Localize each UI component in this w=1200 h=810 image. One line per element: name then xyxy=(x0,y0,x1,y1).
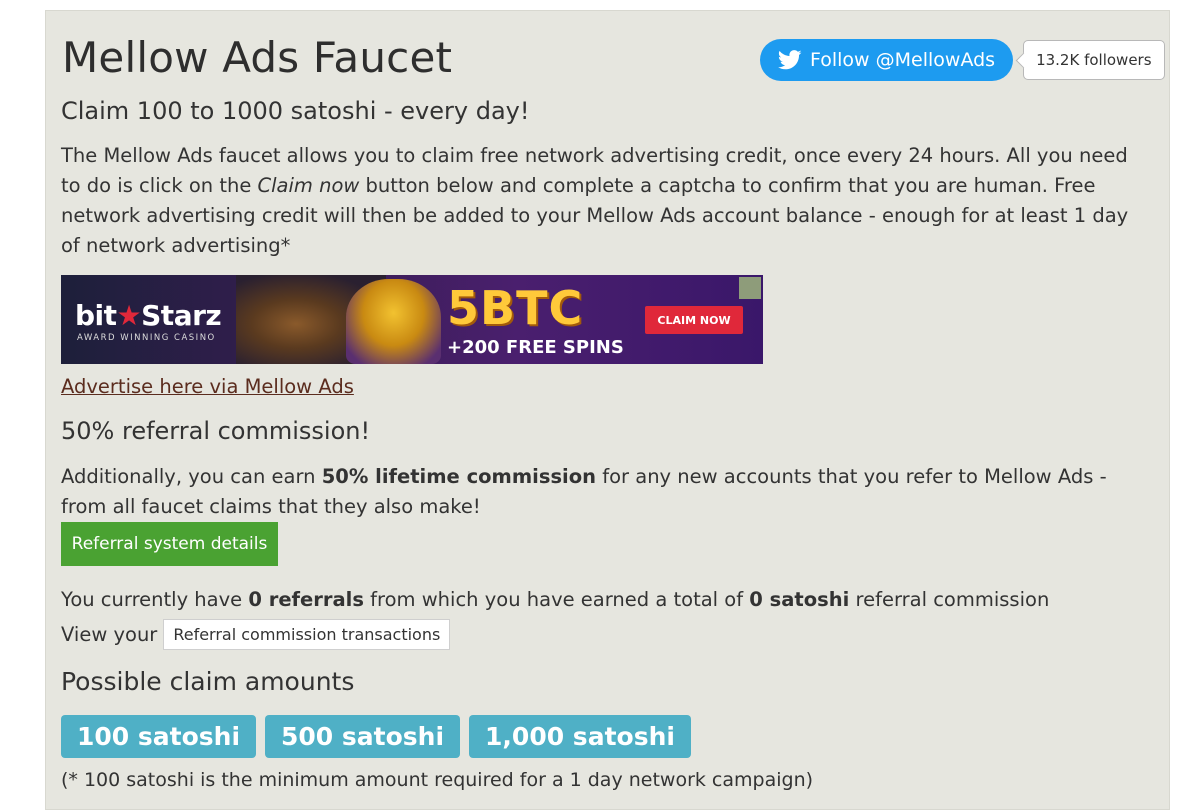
referral-transactions-button[interactable]: Referral commission transactions xyxy=(163,619,451,650)
banner-headline: 5BTC xyxy=(447,281,584,335)
banner-subline: +200 FREE SPINS xyxy=(447,337,624,358)
twitter-follow-widget: Follow @MellowAds 13.2K followers xyxy=(760,39,1165,81)
view-transactions-line: View your Referral commission transactio… xyxy=(61,619,451,650)
advertise-here-link[interactable]: Advertise here via Mellow Ads xyxy=(61,375,354,398)
referral-earnings: 0 satoshi xyxy=(749,588,850,611)
referral-count: 0 referrals xyxy=(248,588,364,611)
banner-tagline: AWARD WINNING CASINO xyxy=(77,333,216,343)
claim-amount-badges: 100 satoshi 500 satoshi 1,000 satoshi xyxy=(61,715,691,758)
intro-paragraph: The Mellow Ads faucet allows you to clai… xyxy=(61,141,1151,261)
twitter-bird-icon xyxy=(778,50,802,70)
page-subtitle: Claim 100 to 1000 satoshi - every day! xyxy=(61,97,530,125)
claim-now-text: Claim now xyxy=(257,174,360,197)
referral-heading: 50% referral commission! xyxy=(61,417,371,445)
view-your-label: View your xyxy=(61,623,158,646)
claim-amount-badge: 500 satoshi xyxy=(265,715,461,758)
star-icon: ★ xyxy=(116,299,142,332)
referral-status-text: You currently have 0 referrals from whic… xyxy=(61,588,1050,611)
twitter-follow-button[interactable]: Follow @MellowAds xyxy=(760,39,1014,81)
claim-footnote: (* 100 satoshi is the minimum amount req… xyxy=(61,769,814,791)
twitter-follow-label: Follow @MellowAds xyxy=(810,49,996,71)
referral-text-before: Additionally, you can earn xyxy=(61,465,322,488)
referral-commission-bold: 50% lifetime commission xyxy=(321,465,597,488)
bitstarz-logo: bit★Starz xyxy=(75,299,222,332)
faucet-panel: Mellow Ads Faucet Follow @MellowAds 13.2… xyxy=(45,10,1170,810)
referral-paragraph: Additionally, you can earn 50% lifetime … xyxy=(61,462,1151,522)
claim-amount-badge: 1,000 satoshi xyxy=(469,715,691,758)
referral-system-details-button[interactable]: Referral system details xyxy=(61,522,278,566)
claim-now-banner-button[interactable]: CLAIM NOW xyxy=(645,306,743,334)
pharaoh-illustration xyxy=(346,279,441,364)
followers-count[interactable]: 13.2K followers xyxy=(1023,40,1165,80)
claim-amounts-heading: Possible claim amounts xyxy=(61,667,355,696)
claim-amount-badge: 100 satoshi xyxy=(61,715,257,758)
page-title: Mellow Ads Faucet xyxy=(62,33,453,82)
bitstarz-banner-ad[interactable]: bit★Starz AWARD WINNING CASINO 5BTC +200… xyxy=(61,275,763,364)
ad-choices-icon[interactable] xyxy=(739,277,761,299)
